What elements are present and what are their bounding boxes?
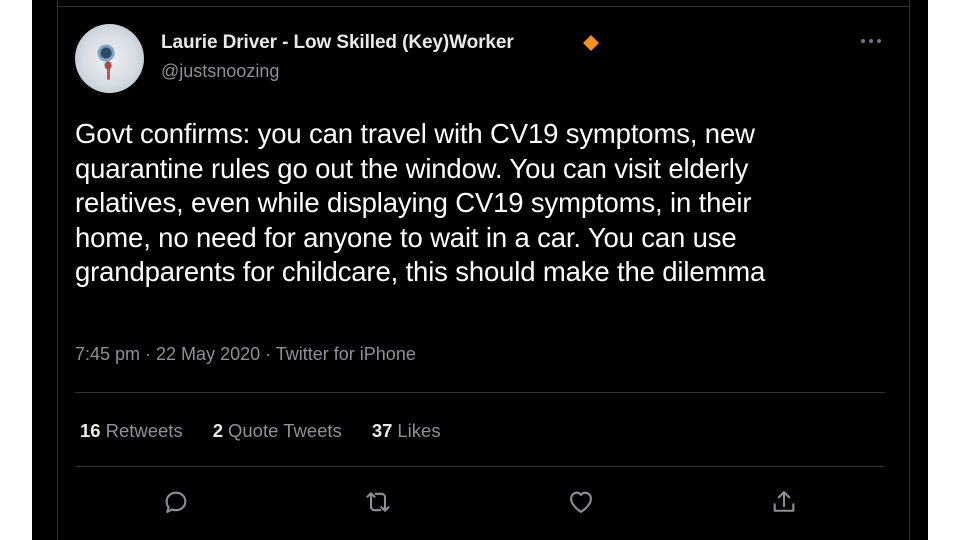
likes-count: 37 — [371, 420, 393, 441]
tweet-text-line: relatives, even while displaying CV19 sy… — [75, 187, 752, 218]
quote-tweets-label: Quote Tweets — [228, 420, 342, 441]
orange-diamond-icon — [583, 35, 599, 51]
likes-label: Likes — [397, 420, 441, 441]
tweet-text: Govt confirms: you can travel with CV19 … — [75, 117, 895, 290]
meta-separator: · — [260, 344, 276, 364]
quote-tweets-count: 2 — [212, 420, 223, 441]
more-options-icon[interactable] — [858, 32, 884, 50]
avatar[interactable] — [75, 24, 144, 93]
likes-stat[interactable]: 37 Likes — [372, 420, 441, 442]
author-display-name[interactable]: Laurie Driver - Low Skilled (Key)Worker — [161, 32, 514, 54]
tweet-source[interactable]: Twitter for iPhone — [276, 344, 416, 364]
tweet-text-line: quarantine rules go out the window. You … — [75, 152, 749, 184]
retweets-label: Retweets — [105, 420, 183, 441]
tweet-timestamp[interactable]: 7:45 pm · 22 May 2020 — [75, 344, 260, 364]
like-icon[interactable] — [565, 486, 597, 518]
quote-tweets-stat[interactable]: 2 Quote Tweets — [213, 420, 342, 442]
tweet-text-line: home, no need for anyone to wait in a ca… — [75, 221, 737, 253]
divider — [75, 466, 885, 467]
share-icon[interactable] — [768, 486, 800, 518]
reply-icon[interactable] — [160, 486, 192, 518]
retweets-stat[interactable]: 16 Retweets — [80, 420, 183, 442]
divider — [75, 392, 885, 393]
engagement-stats: 16 Retweets 2 Quote Tweets 37 Likes — [80, 420, 471, 442]
retweet-icon[interactable] — [362, 486, 394, 518]
action-bar — [0, 486, 960, 518]
tweet-meta: 7:45 pm · 22 May 2020 · Twitter for iPho… — [75, 344, 416, 365]
tweet-text-line: Govt confirms: you can travel with CV19 … — [75, 118, 755, 149]
retweets-count: 16 — [80, 420, 101, 441]
tweet-text-line: grandparents for childcare, this should … — [75, 256, 766, 287]
author-handle[interactable]: @justsnoozing — [161, 61, 279, 82]
top-divider — [58, 6, 909, 7]
